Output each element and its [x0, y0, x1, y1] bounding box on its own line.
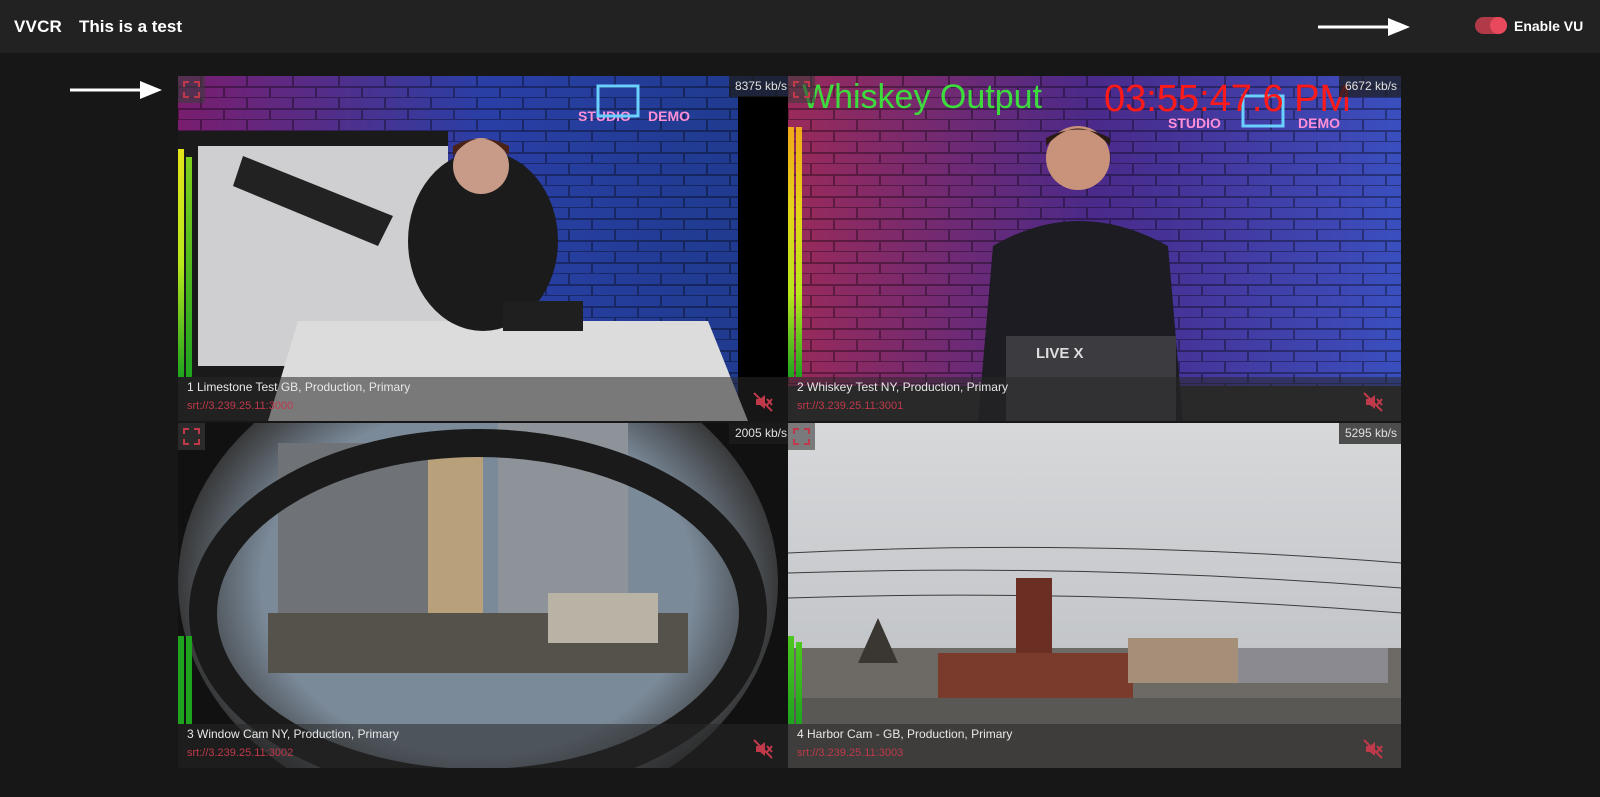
- speaker-muted-icon[interactable]: [1363, 392, 1383, 412]
- vu-bar-right: [796, 642, 802, 724]
- expand-button[interactable]: [178, 423, 205, 450]
- stream-url: srt://3.239.25.11:3003: [797, 747, 904, 759]
- expand-icon: [183, 81, 200, 98]
- video-frame: LIVE X STUDIO DEMO: [788, 76, 1401, 421]
- expand-button[interactable]: [788, 76, 815, 103]
- bitrate-badge: 5295 kb/s: [1338, 423, 1401, 444]
- stream-url: srt://3.239.25.11:3001: [797, 400, 904, 412]
- video-tile-4[interactable]: 4 Harbor Cam - GB, Production, Primary s…: [788, 423, 1401, 768]
- bitrate-badge: 2005 kb/s: [728, 423, 791, 444]
- video-frame: [788, 423, 1401, 768]
- speaker-muted-icon[interactable]: [753, 392, 773, 412]
- stream-name: 1 Limestone Test GB, Production, Primary: [187, 380, 411, 394]
- svg-text:DEMO: DEMO: [648, 108, 690, 124]
- stream-name: 3 Window Cam NY, Production, Primary: [187, 727, 399, 741]
- vu-toggle-label: Enable VU: [1514, 18, 1584, 34]
- osd-timecode: 03:55:47.6 PM: [1104, 78, 1352, 120]
- arrow-right-icon: [1318, 18, 1410, 36]
- vu-bar-right: [186, 636, 192, 724]
- video-tile-1[interactable]: STUDIO DEMO 1 Limestone Test GB, Product…: [178, 76, 791, 421]
- stream-name: 4 Harbor Cam - GB, Production, Primary: [797, 727, 1013, 741]
- expand-button[interactable]: [178, 76, 205, 103]
- vu-bar-left: [178, 636, 184, 724]
- expand-icon: [793, 428, 810, 445]
- vu-meter: [178, 76, 194, 377]
- vu-bar-left: [788, 636, 794, 724]
- speaker-muted-icon[interactable]: [1363, 739, 1383, 759]
- speaker-muted-icon[interactable]: [753, 739, 773, 759]
- top-bar: VVCR This is a test Enable VU: [0, 0, 1600, 53]
- video-tile-2[interactable]: LIVE X STUDIO DEMO Whiskey Output 03:55:…: [788, 76, 1401, 421]
- vu-bar-right: [796, 127, 802, 377]
- video-tile-3[interactable]: 3 Window Cam NY, Production, Primary srt…: [178, 423, 791, 768]
- stream-name: 2 Whiskey Test NY, Production, Primary: [797, 380, 1008, 394]
- expand-icon: [793, 81, 810, 98]
- stream-url: srt://3.239.25.11:3002: [187, 747, 294, 759]
- vu-bar-right: [186, 157, 192, 377]
- vu-bar-left: [178, 149, 184, 377]
- svg-text:LIVE X: LIVE X: [1036, 345, 1084, 362]
- bitrate-badge: 6672 kb/s: [1338, 76, 1401, 97]
- vu-meter: [178, 423, 194, 724]
- vu-meter: [788, 76, 804, 377]
- video-frame: [178, 423, 791, 768]
- vu-toggle[interactable]: [1475, 17, 1507, 34]
- bitrate-badge: 8375 kb/s: [728, 76, 791, 97]
- expand-button[interactable]: [788, 423, 815, 450]
- stream-url: srt://3.239.25.11:3000: [187, 400, 294, 412]
- page-title: This is a test: [79, 17, 182, 36]
- expand-icon: [183, 428, 200, 445]
- video-frame: STUDIO DEMO: [178, 76, 791, 421]
- vu-meter: [788, 423, 804, 724]
- vu-bar-left: [788, 127, 794, 377]
- toggle-knob: [1490, 17, 1507, 34]
- app-name: VVCR: [14, 17, 63, 36]
- arrow-right-icon: [70, 81, 162, 99]
- osd-title: Whiskey Output: [802, 78, 1042, 116]
